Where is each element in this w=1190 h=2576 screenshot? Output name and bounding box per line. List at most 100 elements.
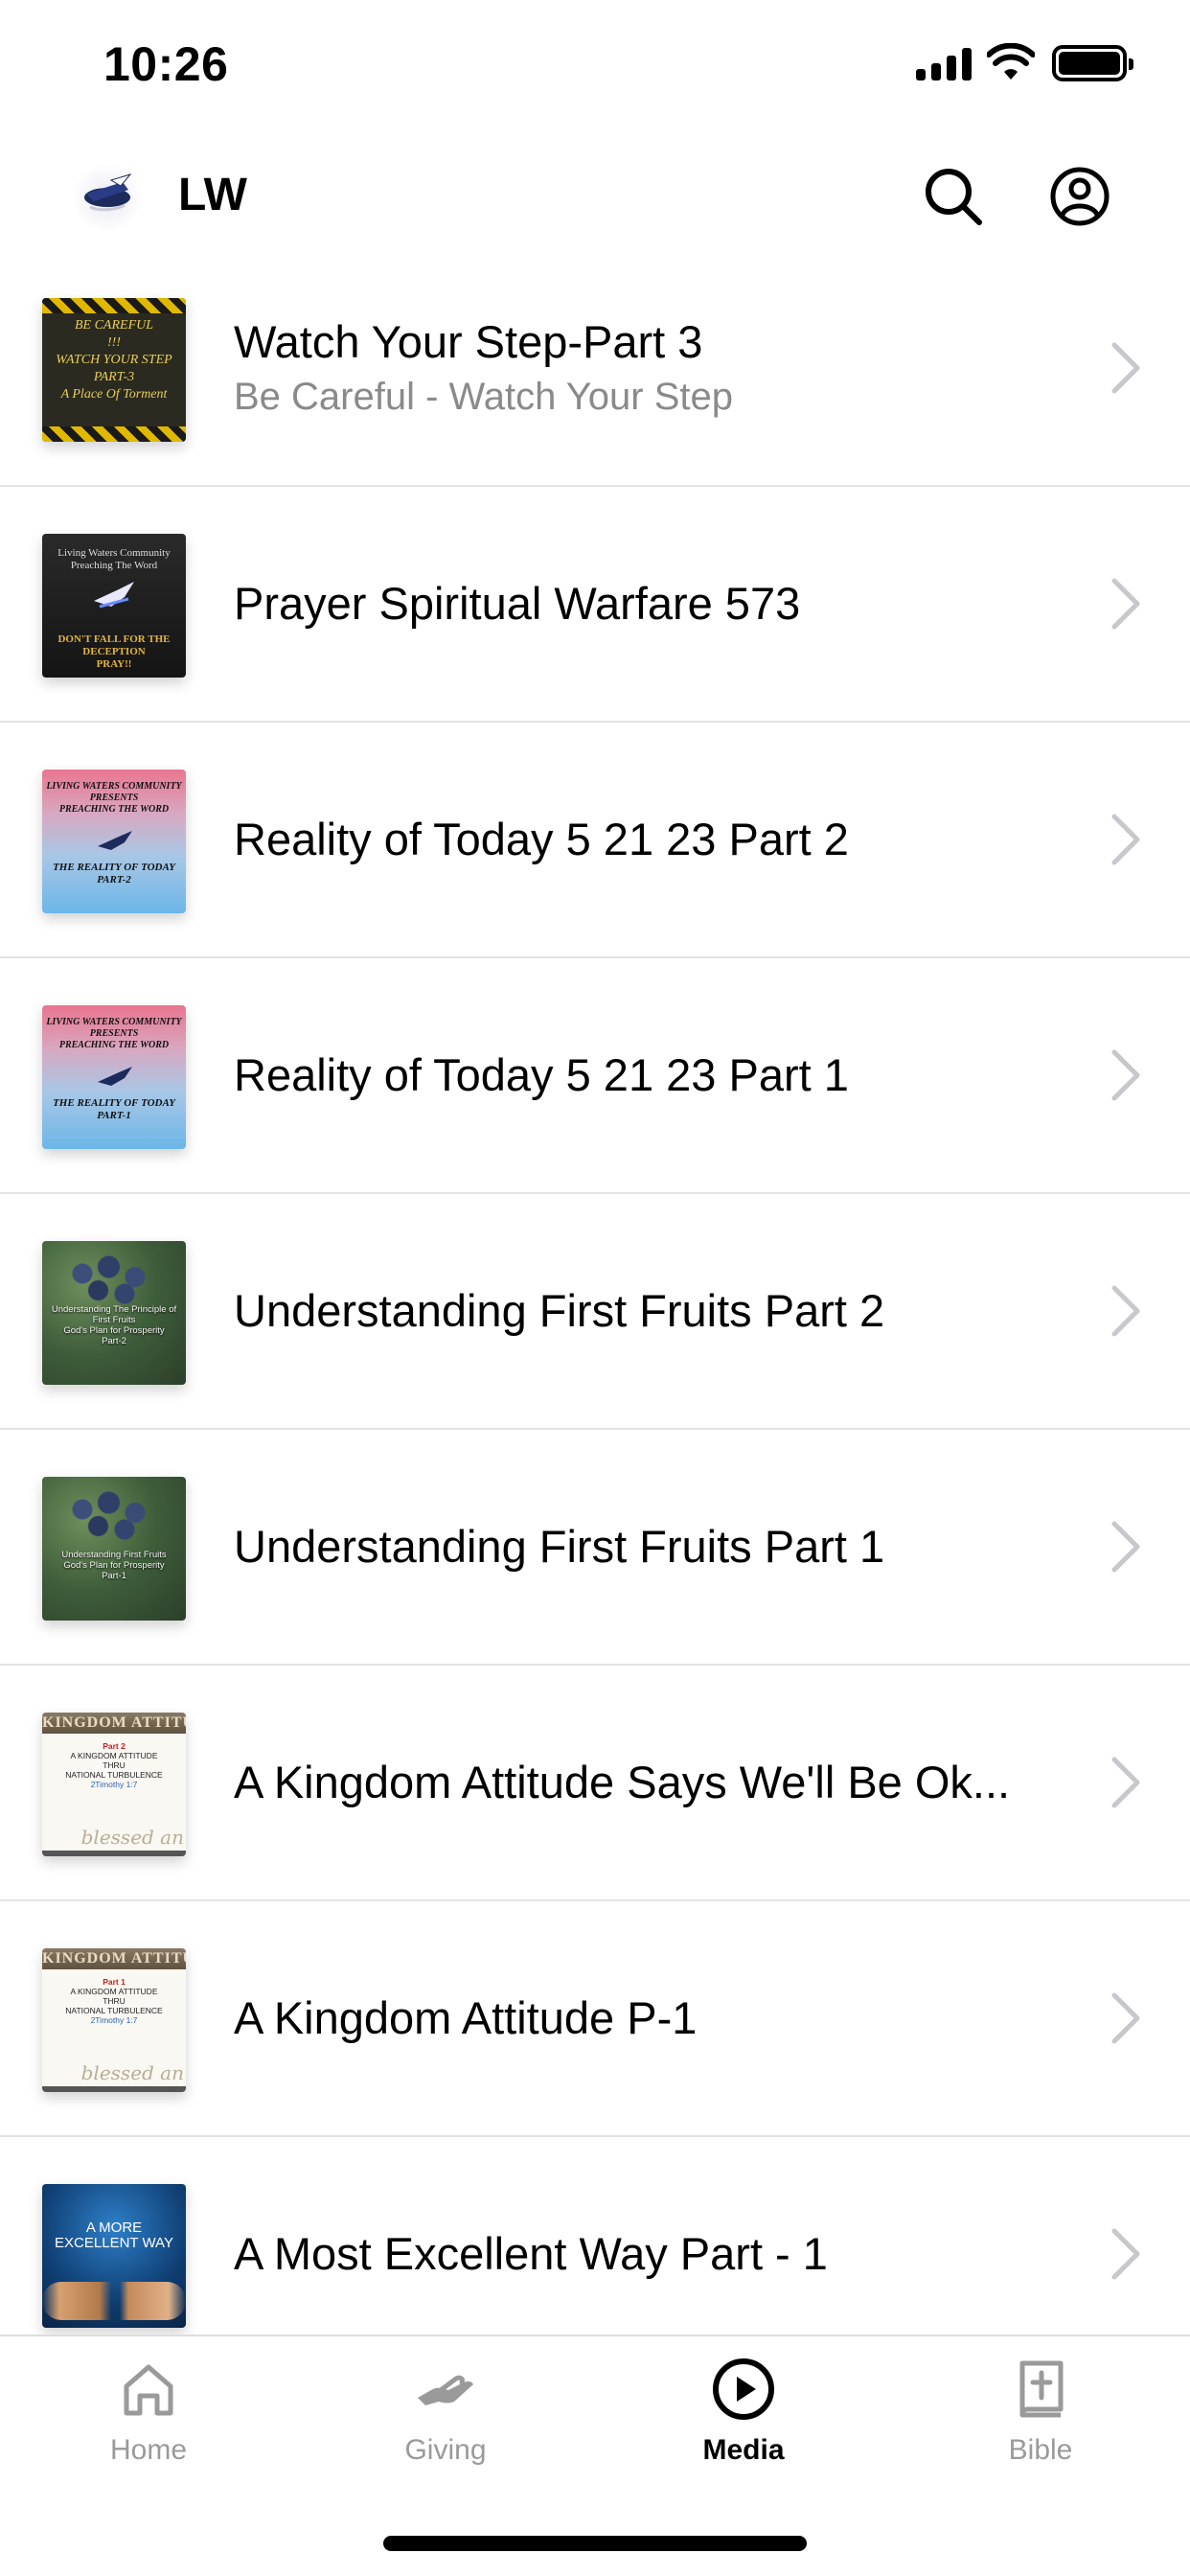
dove-icon [98,831,132,850]
media-thumbnail: Understanding First Fruits God's Plan fo… [42,1477,186,1621]
status-bar: 10:26 [0,0,1190,128]
media-title: Reality of Today 5 21 23 Part 1 [234,1049,849,1100]
media-list-item[interactable]: Understanding The Principle of First Fru… [0,1194,1190,1430]
thumb-text: Preaching The Word [70,560,158,571]
media-list-item[interactable]: A MORE EXCELLENT WAY A Most Excellent Wa… [0,2137,1190,2334]
thumb-text: A Place Of Torment [60,387,168,402]
thumb-text: A KINGDOM ATTITUDE [70,1987,158,1996]
thumb-text: God's Plan for Prosperity [63,1560,165,1571]
wifi-icon [987,43,1035,80]
search-icon [926,169,982,225]
chevron-right-icon [1111,1992,1140,2044]
thumb-text: PREACHING THE WORD [58,1040,170,1050]
thumb-text: blessed an [80,1826,184,1849]
media-title: Reality of Today 5 21 23 Part 2 [234,814,849,864]
tab-label: Giving [404,2434,487,2466]
media-title: A Most Excellent Way Part - 1 [234,2228,828,2279]
dove-icon [94,582,134,609]
thumb-text: PART-1 [97,1110,131,1121]
media-list-item[interactable]: BE CAREFUL !!! WATCH YOUR STEP PART-3 A … [0,251,1190,487]
media-list-item[interactable]: KINGDOM ATTITUDE Part 2 A KINGDOM ATTITU… [0,1666,1190,1901]
media-title: Watch Your Step-Part 3 [234,316,703,367]
thumb-text: Part-1 [102,1571,126,1581]
media-subtitle: Be Careful - Watch Your Step [234,376,734,418]
chevron-right-icon [1111,2228,1140,2280]
chevron-right-icon [1111,1285,1140,1337]
thumb-text: KINGDOM ATTITUDE [42,1948,186,1969]
thumb-text: Part 2 [103,1741,126,1751]
media-list-item[interactable]: LIVING WATERS COMMUNITY PRESENTS PREACHI… [0,958,1190,1194]
thumb-text: THE REALITY OF TODAY [53,1097,175,1109]
media-list-item[interactable]: Living Waters Community Preaching The Wo… [0,487,1190,723]
thumb-text: NATIONAL TURBULENCE [65,2006,163,2015]
thumb-text: Understanding First Fruits [61,1550,167,1560]
media-title: Prayer Spiritual Warfare 573 [234,578,801,629]
thumb-text: THRU [103,1760,126,1770]
media-title: Understanding First Fruits Part 1 [234,1521,885,1572]
thumb-text: Living Waters Community [57,547,171,559]
chevron-right-icon [1111,814,1140,865]
app-header: LW [0,144,1190,259]
thumb-text: THE REALITY OF TODAY [53,862,175,873]
thumb-text: NATIONAL TURBULENCE [65,1770,163,1780]
thumb-text: !!! [107,335,121,350]
thumb-text: LIVING WATERS COMMUNITY [46,781,182,792]
media-list: BE CAREFUL !!! WATCH YOUR STEP PART-3 A … [0,251,1190,2334]
chevron-right-icon [1111,578,1140,630]
media-thumbnail: Living Waters Community Preaching The Wo… [42,534,186,678]
media-list-item[interactable]: Understanding First Fruits God's Plan fo… [0,1430,1190,1666]
tab-label: Media [702,2434,785,2466]
thumb-text: First Fruits [92,1315,136,1325]
thumb-text: Understanding The Principle of [51,1304,177,1315]
media-title: A Kingdom Attitude Says We'll Be Ok... [234,1757,1011,1807]
battery-icon [1052,45,1133,81]
media-thumbnail: KINGDOM ATTITUDE Part 1 A KINGDOM ATTITU… [42,1948,186,2092]
chevron-right-icon [1111,342,1140,394]
search-button[interactable] [910,153,996,240]
media-thumbnail: Understanding The Principle of First Fru… [42,1241,186,1385]
thumb-text: PRESENTS [89,1028,139,1039]
thumb-text: A MORE [85,2220,143,2236]
thumb-text: PRAY!! [96,658,132,670]
church-logo-icon [73,161,142,230]
play-circle-icon [713,2358,774,2420]
chevron-right-icon [1111,1757,1140,1808]
media-list-item[interactable]: KINGDOM ATTITUDE Part 1 A KINGDOM ATTITU… [0,1901,1190,2137]
thumb-text: Part-2 [102,1336,126,1346]
thumb-text: DECEPTION [82,646,146,657]
tab-bible[interactable]: Bible [945,2356,1136,2490]
home-indicator [383,2536,807,2551]
thumb-text: A KINGDOM ATTITUDE [70,1751,158,1760]
tab-label: Bible [1008,2434,1073,2466]
thumb-text: PART-2 [97,874,131,886]
thumb-text: PREACHING THE WORD [58,804,170,815]
status-time: 10:26 [103,37,229,91]
thumb-text: KINGDOM ATTITUDE [42,1713,186,1734]
tab-home[interactable]: Home [53,2356,244,2490]
tab-media[interactable]: Media [648,2356,839,2490]
thumb-text: DON'T FALL FOR THE [57,633,171,645]
thumb-text: Part 1 [103,1977,126,1987]
media-title: A Kingdom Attitude P-1 [234,1992,698,2043]
thumb-text: EXCELLENT WAY [55,2235,173,2251]
giving-hand-icon [418,2375,473,2405]
thumb-text: God's Plan for Prosperity [63,1325,165,1336]
tab-giving[interactable]: Giving [350,2356,541,2490]
thumb-text: LIVING WATERS COMMUNITY [46,1017,182,1027]
thumb-text: BE CAREFUL [74,318,154,333]
thumb-text: PART-3 [93,370,135,384]
app-title: LW [178,170,247,220]
thumb-text: 2Timothy 1:7 [90,2015,138,2025]
thumb-text: 2Timothy 1:7 [90,1780,138,1789]
media-list-item[interactable]: LIVING WATERS COMMUNITY PRESENTS PREACHI… [0,723,1190,958]
thumb-text: PRESENTS [89,793,139,803]
thumb-text: THRU [103,1996,126,2006]
home-icon [124,2364,173,2416]
media-thumbnail: LIVING WATERS COMMUNITY PRESENTS PREACHI… [42,1005,186,1149]
thumb-text: blessed an [80,2061,184,2084]
tab-label: Home [109,2434,188,2466]
media-thumbnail: KINGDOM ATTITUDE Part 2 A KINGDOM ATTITU… [42,1713,186,1856]
chevron-right-icon [1111,1049,1140,1101]
account-button[interactable] [1037,153,1123,240]
cellular-signal-icon [916,48,972,80]
